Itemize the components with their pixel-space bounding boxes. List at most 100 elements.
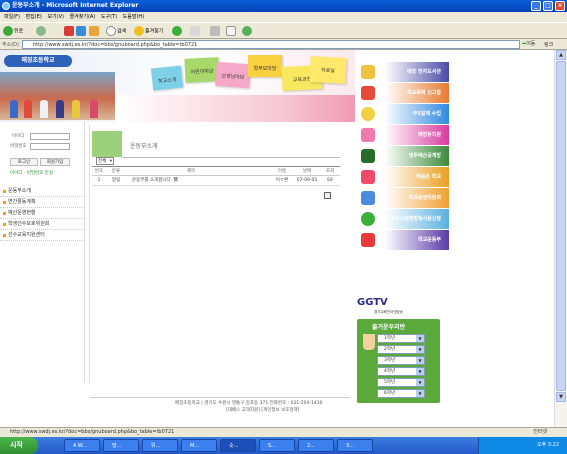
menu-bar: 파일(F) 편집(E) 보기(V) 즐겨찾기(A) 도구(T) 도움말(H) — [0, 12, 567, 22]
taskbar-item[interactable]: 위... — [142, 439, 178, 452]
edit-button[interactable] — [226, 26, 237, 37]
pw-label: 비밀번호 — [10, 144, 27, 149]
grade-select-1[interactable]: 1학년 ▼ — [377, 334, 425, 343]
taskbar-item[interactable]: 숏... — [220, 439, 256, 452]
quick-link-ebook-library[interactable]: 매장 전자도서관 — [357, 62, 449, 82]
address-label: 주소(D) — [2, 42, 19, 48]
start-button[interactable]: 시작 — [0, 437, 38, 454]
quick-link-learning-school[interactable]: 배움은 학교 — [357, 167, 449, 187]
close-button[interactable]: × — [555, 1, 565, 11]
row-hits: 64 — [327, 178, 333, 183]
find-account-link[interactable]: 아이디 · 비밀번호 분실 — [10, 170, 53, 176]
grade-select-3[interactable]: 3학년 ▼ — [377, 356, 425, 365]
sidemenu-item[interactable]: 선수교육지원센터 — [0, 230, 84, 241]
taskbar-item[interactable]: M... — [181, 439, 217, 452]
search-button[interactable]: 검색 — [106, 26, 126, 37]
print-button[interactable] — [210, 26, 221, 37]
ggtv-subtitle: 경기교육인터넷방송 — [374, 310, 403, 314]
nav-tab-teachers[interactable]: 선생님마당 — [215, 61, 251, 89]
links-button[interactable]: 링크 — [544, 41, 553, 48]
quick-link-violence-report[interactable]: 학교폭력 신고함 — [357, 83, 449, 103]
bag-icon — [361, 170, 375, 184]
id-input[interactable] — [30, 133, 70, 140]
sidemenu-item[interactable]: 연간활동계획 — [0, 197, 84, 208]
nav-tab-about[interactable]: 학교소개 — [150, 65, 184, 91]
menu-file[interactable]: 파일(F) — [4, 14, 20, 20]
scroll-thumb[interactable] — [556, 61, 566, 391]
table-row[interactable]: 1 알림 운동부를 소개합니다. 鷺 이ㅇ환 07-09-05 64 — [92, 176, 340, 186]
row-title-link[interactable]: 운동부를 소개합니다. 鷺 — [132, 176, 262, 186]
back-button[interactable]: 뒤로 — [3, 26, 23, 37]
taskbar-item[interactable]: 4 W... — [64, 439, 100, 452]
photo-figure — [56, 100, 64, 118]
quick-link-five-day-week[interactable]: 주5일제 수업 — [357, 104, 449, 124]
nav-tab-library[interactable]: 자료실 — [309, 56, 347, 84]
quick-link-sports-team[interactable]: 학교운동부 — [357, 230, 449, 250]
quick-link-budget[interactable]: 영투예산공개방 — [357, 146, 449, 166]
chevron-down-icon: ▼ — [416, 357, 424, 364]
quick-link-kindergarten[interactable]: 매장유치원 — [357, 125, 449, 145]
category-select[interactable]: 전체 ▾ — [96, 157, 114, 165]
quick-link-school-committee[interactable]: 학교운영위원회 — [357, 188, 449, 208]
bullet-icon — [3, 234, 6, 237]
forward-arrow-icon — [36, 26, 46, 36]
quick-link-facility-rental[interactable]: 학교시설개방및사용신청 — [357, 209, 449, 229]
sidemenu-item[interactable]: 학생선수보호위원회 — [0, 219, 84, 230]
grade-select-6[interactable]: 6학년 ▼ — [377, 389, 425, 398]
refresh-button[interactable] — [76, 26, 87, 37]
id-label: 아이디 — [12, 134, 25, 139]
menu-favorites[interactable]: 즐겨찾기(A) — [70, 14, 96, 20]
favorites-button[interactable]: 즐겨찾기 — [134, 26, 163, 37]
messenger-button[interactable] — [242, 26, 253, 37]
menu-edit[interactable]: 편집(E) — [26, 14, 42, 20]
id-row: 아이디 — [4, 132, 76, 141]
photo-figure — [24, 100, 32, 118]
login-button[interactable]: 로그인 — [10, 158, 38, 166]
scroll-up-icon[interactable]: ▲ — [556, 50, 566, 60]
menu-view[interactable]: 보기(V) — [47, 14, 64, 20]
security-zone: 인터넷 — [533, 429, 547, 435]
nav-tab-parents[interactable]: 학부모마당 — [248, 55, 282, 77]
pw-row: 비밀번호 — [4, 142, 76, 151]
grade-select-4[interactable]: 4학년 ▼ — [377, 367, 425, 376]
stop-button[interactable] — [64, 26, 75, 37]
scroll-down-icon[interactable]: ▼ — [556, 392, 566, 402]
taskbar-item[interactable]: 말... — [103, 439, 139, 452]
chevron-down-icon: ▼ — [416, 346, 424, 353]
taskbar-item[interactable]: 3... — [337, 439, 373, 452]
window-titlebar[interactable]: 운동부소개 - Microsoft Internet Explorer _ □ … — [0, 0, 567, 12]
school-logo[interactable]: 매장초등학교 — [4, 55, 72, 67]
grade-select-5[interactable]: 5학년 ▼ — [377, 378, 425, 387]
sidemenu-item[interactable]: 운동부소개 — [0, 186, 84, 197]
clock[interactable]: 오후 3:22 — [537, 442, 559, 448]
write-icon[interactable] — [324, 192, 331, 199]
minimize-button[interactable]: _ — [531, 1, 541, 11]
forward-button[interactable] — [36, 26, 47, 37]
menu-help[interactable]: 도움말(H) — [123, 14, 144, 20]
photo-figure — [90, 100, 98, 118]
maximize-button[interactable]: □ — [543, 1, 553, 11]
taskbar-item[interactable]: S... — [259, 439, 295, 452]
footer-links[interactable]: [대배스 고객지원] [개인정보 보호정책] — [226, 407, 299, 413]
menu-tools[interactable]: 도구(T) — [101, 14, 117, 20]
vertical-scrollbar[interactable]: ▲ ▼ — [554, 50, 567, 432]
header-decoration — [115, 95, 355, 122]
bullet-icon — [3, 212, 6, 215]
go-button[interactable]: ➡이동 — [522, 40, 535, 47]
board-table: 번호 분류 제목 이름 날짜 조회 1 알림 운동부를 소개합니다. 鷺 이ㅇ환… — [92, 166, 340, 186]
join-button[interactable]: 회원가입 — [40, 158, 70, 166]
address-input[interactable]: http://www.swdj.es.kr/?doc=bbs/gnuboard.… — [22, 40, 520, 49]
sidemenu-item[interactable]: 예산운영현황 — [0, 208, 84, 219]
report-icon — [361, 86, 375, 100]
taskbar-item[interactable]: 2... — [298, 439, 334, 452]
history-button[interactable] — [172, 26, 183, 37]
home-button[interactable] — [89, 26, 100, 37]
grade-select-2[interactable]: 2학년 ▼ — [377, 345, 425, 354]
mail-button[interactable] — [190, 26, 201, 37]
nav-tab-kids[interactable]: 어린이마당 — [184, 57, 220, 83]
quick-menu: 매장 전자도서관 학교폭력 신고함 주5일제 수업 매장유치원 영투예산공개방 … — [357, 62, 449, 251]
password-input[interactable] — [30, 143, 70, 150]
row-date: 07-09-05 — [296, 178, 318, 183]
blackboard-icon — [361, 149, 375, 163]
side-menu: 운동부소개 연간활동계획 예산운영현황 학생선수보호위원회 선수교육지원센터 — [0, 186, 84, 241]
